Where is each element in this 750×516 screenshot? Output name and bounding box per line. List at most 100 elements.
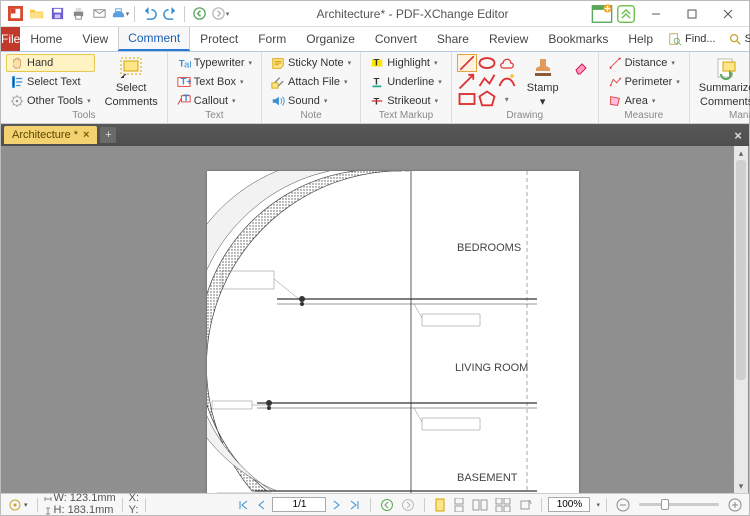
- sound-button[interactable]: Sound▾: [267, 92, 355, 110]
- nav-fwd-status-icon[interactable]: [398, 497, 418, 513]
- tab-review[interactable]: Review: [479, 27, 538, 51]
- rect-tool[interactable]: [457, 90, 477, 108]
- other-tools-label: Other Tools: [27, 95, 83, 107]
- cloud-tool[interactable]: [497, 54, 517, 72]
- nav-forward-icon[interactable]: ▾: [210, 4, 230, 24]
- options-icon[interactable]: ▾: [5, 497, 31, 513]
- maximize-button[interactable]: [675, 4, 709, 24]
- layout-facing-cont-icon[interactable]: [492, 497, 514, 513]
- strikeout-button[interactable]: TStrikeout▾: [366, 92, 446, 110]
- tab-protect[interactable]: Protect: [190, 27, 248, 51]
- search-button[interactable]: Search...: [723, 30, 750, 48]
- group-measure: Distance▾ Perimeter▾ Area▾ Measure: [599, 52, 690, 123]
- window-title: Architecture* - PDF-XChange Editor: [234, 7, 591, 21]
- ribbon-tabs: File Home View Comment Protect Form Orga…: [1, 27, 749, 52]
- layout-single-icon[interactable]: [431, 497, 449, 513]
- svg-text:abc: abc: [184, 59, 191, 70]
- next-page-icon[interactable]: [327, 497, 345, 513]
- layout-continuous-icon[interactable]: [450, 497, 468, 513]
- zoom-input[interactable]: [548, 497, 590, 512]
- dimensions-readout: W: 123.1mm H: 183.1mm: [44, 493, 116, 516]
- file-tab[interactable]: File: [1, 27, 20, 51]
- zoom-out-icon[interactable]: [613, 497, 633, 513]
- highlight-button[interactable]: THighlight▾: [366, 54, 446, 72]
- distance-button[interactable]: Distance▾: [604, 54, 684, 72]
- nav-back-icon[interactable]: [189, 4, 209, 24]
- select-text-tool[interactable]: Select Text: [6, 73, 95, 91]
- oval-tool[interactable]: [477, 54, 497, 72]
- page-input[interactable]: [272, 497, 326, 512]
- email-icon[interactable]: [89, 4, 109, 24]
- prev-page-icon[interactable]: [253, 497, 271, 513]
- nav-back-status-icon[interactable]: [377, 497, 397, 513]
- group-manage-comments: SummarizeComments Import Export Show▾ Ma…: [690, 52, 750, 123]
- tab-comment[interactable]: Comment: [118, 27, 190, 51]
- first-page-icon[interactable]: [234, 497, 252, 513]
- tab-bookmarks[interactable]: Bookmarks: [538, 27, 618, 51]
- close-tab-icon[interactable]: ×: [83, 129, 89, 141]
- vertical-scrollbar[interactable]: ▴ ▾: [734, 146, 748, 493]
- zoom-slider[interactable]: [639, 503, 719, 506]
- close-button[interactable]: [711, 4, 745, 24]
- scroll-down-icon[interactable]: ▾: [734, 479, 748, 493]
- sticky-note-button[interactable]: Sticky Note▾: [267, 54, 355, 72]
- save-icon[interactable]: [47, 4, 67, 24]
- zoom-in-icon[interactable]: [725, 497, 745, 513]
- group-note: Sticky Note▾ Attach File▾ Sound▾ Note: [262, 52, 361, 123]
- select-comments-button[interactable]: Select Comments: [101, 54, 162, 110]
- stamp-button[interactable]: Stamp▾: [523, 54, 563, 110]
- area-button[interactable]: Area▾: [604, 92, 684, 110]
- svg-text:T: T: [374, 97, 380, 108]
- minimize-button[interactable]: [639, 4, 673, 24]
- redo-icon[interactable]: [160, 4, 180, 24]
- print-icon[interactable]: [68, 4, 88, 24]
- group-drawing: ▾ Stamp▾ Drawing: [452, 52, 599, 123]
- polygon-tool[interactable]: [477, 90, 497, 108]
- underline-button[interactable]: TUnderline▾: [366, 73, 446, 91]
- group-tools: Hand Select Text Other Tools▾ Select Com…: [1, 52, 168, 123]
- ui-options-icon[interactable]: [591, 4, 613, 24]
- dropdown-indicator-icon[interactable]: ▾: [497, 90, 517, 108]
- living-room-label: LIVING ROOM: [455, 362, 528, 374]
- textbox-button[interactable]: T+Text Box▾: [173, 73, 256, 91]
- layout-facing-icon[interactable]: [469, 497, 491, 513]
- tab-home[interactable]: Home: [20, 27, 72, 51]
- scan-icon[interactable]: ▾: [110, 4, 130, 24]
- quick-access-toolbar: ▾ ▾: [1, 4, 234, 24]
- tab-share[interactable]: Share: [427, 27, 479, 51]
- hand-tool[interactable]: Hand: [6, 54, 95, 72]
- scroll-thumb[interactable]: [736, 160, 746, 380]
- perimeter-button[interactable]: Perimeter▾: [604, 73, 684, 91]
- other-tools-button[interactable]: Other Tools▾: [6, 92, 95, 110]
- typewriter-button[interactable]: TabcTypewriter▾: [173, 54, 256, 72]
- pencil-tool[interactable]: [497, 72, 517, 90]
- tab-view[interactable]: View: [72, 27, 118, 51]
- undo-icon[interactable]: [139, 4, 159, 24]
- last-page-icon[interactable]: [346, 497, 364, 513]
- polyline-tool[interactable]: [477, 72, 497, 90]
- callout-button[interactable]: TCallout▾: [173, 92, 256, 110]
- open-icon[interactable]: [26, 4, 46, 24]
- add-tab-button[interactable]: +: [100, 127, 116, 143]
- tab-help[interactable]: Help: [618, 27, 663, 51]
- pdf-page[interactable]: BEDROOMS LIVING ROOM BASEMENT: [207, 171, 579, 493]
- search-label: Search...: [745, 33, 750, 45]
- launch-icon[interactable]: [615, 4, 637, 24]
- line-tool[interactable]: [457, 54, 477, 72]
- scroll-up-icon[interactable]: ▴: [734, 146, 748, 160]
- find-label: Find...: [685, 33, 716, 45]
- tab-organize[interactable]: Organize: [296, 27, 365, 51]
- arrow-tool[interactable]: [457, 72, 477, 90]
- svg-text:T: T: [183, 94, 189, 104]
- find-button[interactable]: Find...: [663, 30, 721, 48]
- document-tab[interactable]: Architecture *×: [4, 126, 97, 144]
- summarize-comments-button[interactable]: SummarizeComments: [695, 54, 750, 110]
- document-tab-strip: Architecture *× + ×: [1, 124, 749, 146]
- close-pane-button[interactable]: ×: [730, 127, 746, 143]
- tab-form[interactable]: Form: [248, 27, 296, 51]
- attach-file-button[interactable]: Attach File▾: [267, 73, 355, 91]
- eraser-button[interactable]: [569, 54, 593, 78]
- rotate-view-icon[interactable]: [515, 497, 535, 513]
- tab-convert[interactable]: Convert: [365, 27, 427, 51]
- workspace[interactable]: BEDROOMS LIVING ROOM BASEMENT ▴ ▾: [1, 146, 749, 493]
